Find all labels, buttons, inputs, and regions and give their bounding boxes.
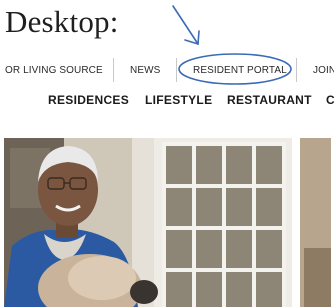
utility-nav-item-resident-portal[interactable]: RESIDENT PORTAL — [193, 65, 287, 76]
utility-nav-item-news[interactable]: NEWS — [130, 65, 160, 76]
main-nav-item-truncated[interactable]: C — [326, 93, 334, 107]
down-arrow-icon — [172, 5, 200, 45]
utility-nav: OR LIVING SOURCE NEWS RESIDENT PORTAL JO… — [0, 58, 334, 82]
hero-photo — [4, 138, 331, 307]
main-nav-item-restaurant[interactable]: RESTAURANT — [227, 93, 312, 107]
annotation-caption: Desktop: — [5, 4, 119, 39]
nav-divider — [296, 58, 297, 82]
nav-divider — [176, 58, 177, 82]
main-nav-item-residences[interactable]: RESIDENCES — [48, 93, 129, 107]
utility-nav-item-living-source[interactable]: OR LIVING SOURCE — [5, 65, 103, 76]
main-nav-item-lifestyle[interactable]: LIFESTYLE — [145, 93, 212, 107]
main-nav: RESIDENCES LIFESTYLE RESTAURANT C — [0, 92, 334, 110]
utility-nav-item-join[interactable]: JOIN — [313, 65, 334, 76]
nav-divider — [113, 58, 114, 82]
hero-image — [4, 138, 331, 307]
